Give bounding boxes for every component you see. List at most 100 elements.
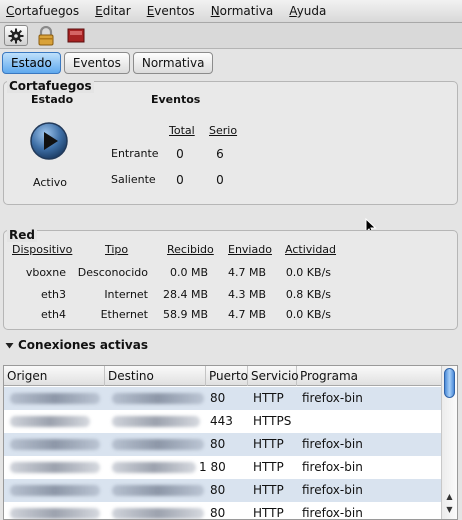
cell-service: HTTP [253, 391, 284, 405]
table-row[interactable]: 1 80 HTTP firefox-bin [4, 456, 442, 479]
firewall-panel: Cortafuegos Estado Eventos Activo Total … [3, 79, 458, 205]
state-label: Estado [31, 93, 74, 106]
serial-header: Serio [209, 124, 238, 137]
connections-table: Origen Destino Puerto Servicio Programa … [3, 365, 458, 520]
cell-service: HTTP [253, 460, 284, 474]
triangle-down-icon [5, 342, 14, 348]
table-row[interactable]: 80 HTTP firefox-bin [4, 433, 442, 456]
column-header-program[interactable]: Programa [297, 366, 442, 386]
column-header-origin[interactable]: Origen [4, 366, 105, 386]
redacted-destination [112, 393, 204, 404]
network-device: vboxne [25, 266, 66, 279]
table-row[interactable]: 443 HTTPS [4, 410, 442, 433]
lock-icon [38, 25, 54, 45]
column-header-port[interactable]: Puerto [206, 366, 248, 386]
network-type: Desconocido [77, 266, 148, 279]
menu-eventos[interactable]: Eventos [147, 4, 195, 18]
redacted-destination [112, 508, 204, 519]
play-icon [30, 122, 68, 160]
network-sent: 4.3 MB [227, 288, 266, 301]
menu-editar[interactable]: Editar [95, 4, 131, 18]
scroll-up-arrow-icon[interactable]: ▲ [443, 491, 456, 503]
network-header-activity: Actividad [285, 243, 337, 256]
network-header-sent: Enviado [228, 243, 272, 256]
cell-port: 80 [210, 506, 226, 520]
scroll-down-arrow-icon[interactable]: ▼ [443, 504, 456, 516]
redacted-origin [10, 439, 100, 450]
firewall-toggle-button[interactable] [29, 121, 69, 164]
network-device: eth3 [40, 288, 66, 301]
network-panel: Red Dispositivo Tipo Recibido Enviado Ac… [3, 228, 458, 330]
menu-mnemonic: A [289, 4, 297, 18]
network-title: Red [7, 228, 37, 242]
total-header: Total [169, 124, 195, 137]
cell-program: firefox-bin [302, 506, 363, 520]
cell-service: HTTP [253, 506, 284, 520]
preferences-button[interactable] [4, 25, 28, 46]
menu-bar: Cortafuegos Editar Eventos Normativa Ayu… [0, 0, 462, 23]
network-header-device: Dispositivo [12, 243, 73, 256]
network-received: 28.4 MB [162, 288, 208, 301]
redacted-origin [10, 416, 90, 427]
menu-label: ormativa [219, 4, 274, 18]
tab-estado[interactable]: Estado [2, 52, 61, 74]
incoming-total: 0 [176, 147, 184, 161]
tab-eventos[interactable]: Eventos [63, 52, 130, 74]
toolbar [0, 23, 462, 49]
outgoing-total: 0 [176, 173, 184, 187]
menu-normativa[interactable]: Normativa [211, 4, 274, 18]
network-activity: 0.0 KB/s [285, 266, 331, 279]
redacted-origin [10, 485, 100, 496]
column-header-service[interactable]: Servicio [248, 366, 299, 386]
table-row[interactable]: 80 HTTP firefox-bin [4, 479, 442, 502]
connections-title: Conexiones activas [18, 338, 148, 352]
menu-label: ditar [102, 4, 131, 18]
connections-header: Origen Destino Puerto Servicio Programa [4, 366, 442, 386]
incoming-serial: 6 [216, 147, 224, 161]
network-header-received: Recibido [167, 243, 214, 256]
column-header-destination[interactable]: Destino [105, 366, 206, 386]
cell-program: firefox-bin [302, 391, 363, 405]
redacted-origin [10, 393, 100, 404]
outgoing-serial: 0 [216, 173, 224, 187]
stop-icon [67, 28, 85, 42]
network-activity: 0.8 KB/s [285, 288, 331, 301]
network-received: 0.0 MB [169, 266, 208, 279]
redacted-origin [10, 462, 100, 473]
redacted-destination [112, 485, 204, 496]
table-row[interactable]: 80 HTTP firefox-bin [4, 387, 442, 410]
network-sent: 4.7 MB [227, 266, 266, 279]
cell-program: firefox-bin [302, 460, 363, 474]
menu-mnemonic: E [95, 4, 103, 18]
menu-label: ventos [154, 4, 195, 18]
redacted-origin [10, 508, 100, 519]
menu-label: ortafuegos [14, 4, 80, 18]
stop-button[interactable] [64, 25, 88, 46]
network-device: eth4 [40, 308, 66, 321]
cell-service: HTTPS [253, 414, 292, 428]
cell-port: 443 [210, 414, 233, 428]
menu-cortafuegos[interactable]: Cortafuegos [6, 4, 79, 18]
cell-port: 80 [210, 391, 226, 405]
cell-port: 1 80 [199, 460, 226, 474]
scrollbar-thumb[interactable] [444, 368, 455, 398]
firewall-status: Activo [33, 176, 67, 189]
table-scrollbar[interactable]: ▲ ▼ [441, 366, 457, 519]
tab-normativa[interactable]: Normativa [132, 52, 214, 74]
connections-expander[interactable]: Conexiones activas [5, 337, 148, 353]
table-row[interactable]: 80 HTTP firefox-bin [4, 502, 442, 520]
gear-icon [8, 28, 24, 43]
redacted-destination [112, 439, 204, 450]
outgoing-label: Saliente [111, 173, 156, 186]
network-received: 58.9 MB [162, 308, 208, 321]
redacted-destination [112, 462, 196, 473]
lock-button[interactable] [34, 25, 58, 46]
network-sent: 4.7 MB [227, 308, 266, 321]
menu-label: yuda [296, 4, 327, 18]
events-label: Eventos [151, 93, 201, 106]
cell-port: 80 [210, 483, 226, 497]
menu-mnemonic: N [210, 4, 220, 18]
cell-service: HTTP [253, 483, 284, 497]
menu-ayuda[interactable]: Ayuda [289, 4, 326, 18]
incoming-label: Entrante [111, 147, 159, 160]
